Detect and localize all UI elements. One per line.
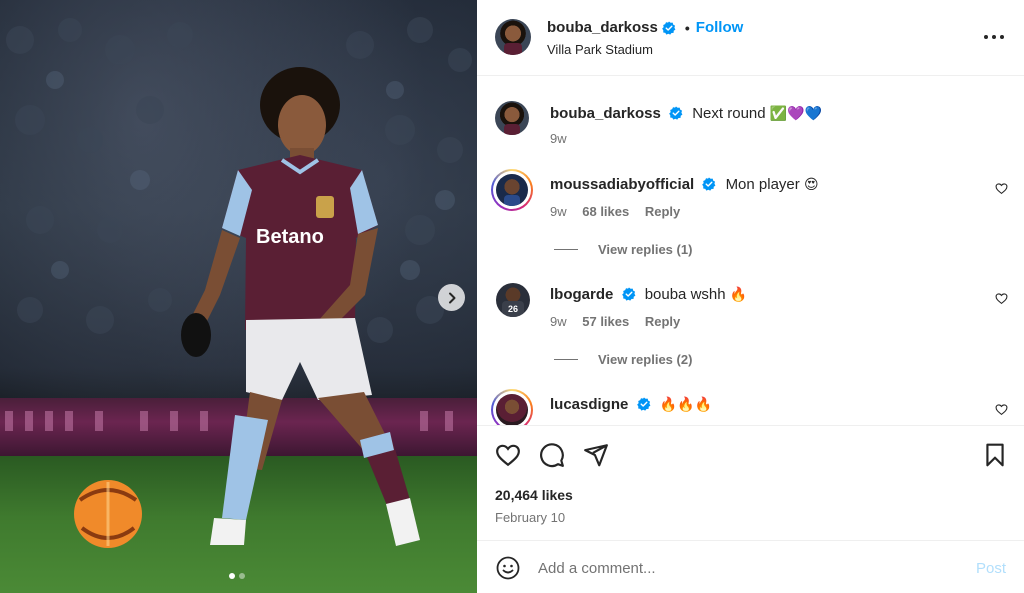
comment-line: lbogarde bouba wshh 🔥 [550, 286, 747, 303]
commenter-avatar [496, 174, 528, 206]
more-dots-icon[interactable] [982, 28, 1006, 46]
carousel-indicator [229, 573, 245, 579]
comment-username[interactable]: lucasdigne [550, 396, 628, 413]
comment-meta: 9w 68 likes Reply [550, 204, 692, 219]
caption-line: bouba_darkoss Next round ✅💜💙 [550, 105, 822, 122]
comment-text: Mon player [725, 176, 800, 193]
comment-line: lucasdigne 🔥🔥🔥 [550, 396, 712, 413]
replies-line [554, 359, 578, 360]
replies-line [554, 249, 578, 250]
comment-line: moussadiabyofficial Mon player 😍 [550, 176, 819, 193]
comment-likes[interactable]: 68 likes [582, 204, 629, 219]
comment-age: 9w [550, 204, 567, 219]
comment-username[interactable]: moussadiabyofficial [550, 176, 694, 193]
header-separator: • [684, 19, 690, 36]
caption-meta: 9w [550, 131, 579, 146]
post-date: February 10 [495, 510, 566, 525]
share-icon[interactable] [583, 442, 609, 468]
comment-like-icon[interactable] [995, 182, 1008, 195]
like-count[interactable]: 20,464 likes [495, 487, 573, 503]
caption-username[interactable]: bouba_darkoss [550, 105, 661, 122]
comments-list[interactable]: bouba_darkoss Next round ✅💜💙 9w moussadi… [477, 77, 1024, 425]
caption-avatar[interactable] [495, 101, 529, 135]
view-replies-label: View replies (2) [598, 352, 693, 367]
carousel-dot-active [229, 573, 235, 579]
comment-item: 26 lbogarde bouba wshh 🔥 9w 57 likes Rep… [477, 275, 1024, 385]
post-comment-button[interactable]: Post [976, 560, 1006, 577]
smiley-icon[interactable] [496, 556, 520, 580]
bookmark-icon[interactable] [982, 442, 1008, 468]
verified-badge-icon [636, 397, 650, 411]
author-username[interactable]: bouba_darkoss [547, 19, 658, 36]
comment-item: moussadiabyofficial Mon player 😍 9w 68 l… [477, 165, 1024, 275]
post-actions: 20,464 likes February 10 [477, 425, 1024, 540]
comment-item: lucasdigne 🔥🔥🔥 [477, 385, 1024, 425]
view-replies-button[interactable]: View replies (1) [554, 242, 692, 257]
football-player: Betano [74, 67, 420, 548]
verified-badge-icon [621, 287, 635, 301]
commenter-avatar [496, 394, 528, 425]
heart-icon[interactable] [495, 442, 521, 468]
reply-button[interactable]: Reply [645, 204, 680, 219]
carousel-next-button[interactable] [438, 284, 465, 311]
caption-text: Next round [692, 105, 766, 122]
comment-like-icon[interactable] [995, 403, 1008, 416]
comment-emoji: 😍 [803, 177, 819, 193]
reply-button[interactable]: Reply [645, 314, 680, 329]
verified-badge-icon [702, 177, 716, 191]
view-replies-button[interactable]: View replies (2) [554, 352, 692, 367]
header-user-line: bouba_darkoss • Follow [547, 19, 743, 36]
comment-meta: 9w 57 likes Reply [550, 314, 692, 329]
comment-emoji: 🔥 [729, 287, 748, 303]
comment-age: 9w [550, 314, 567, 329]
caption-emojis: ✅💜💙 [769, 106, 823, 122]
comment-icon[interactable] [539, 442, 565, 468]
story-ring[interactable] [491, 169, 533, 211]
comment-composer: Post [477, 540, 1024, 593]
chevron-right-icon [448, 292, 455, 303]
story-ring[interactable] [491, 389, 533, 425]
post-location[interactable]: Villa Park Stadium [547, 42, 653, 57]
verified-badge-icon [669, 106, 683, 120]
follow-button[interactable]: Follow [696, 19, 744, 36]
verified-badge-icon [662, 20, 676, 35]
comment-emoji: 🔥🔥🔥 [659, 397, 712, 413]
author-avatar[interactable] [495, 19, 531, 55]
commenter-avatar[interactable]: 26 [496, 283, 530, 317]
comment-text: bouba wshh [644, 286, 726, 303]
comment-like-icon[interactable] [995, 292, 1008, 305]
comment-likes[interactable]: 57 likes [582, 314, 629, 329]
view-replies-label: View replies (1) [598, 242, 693, 257]
caption: bouba_darkoss Next round ✅💜💙 9w [477, 77, 1024, 157]
post-photo[interactable]: Betano [0, 0, 477, 593]
comment-input[interactable] [538, 556, 958, 580]
carousel-dot [239, 573, 245, 579]
jersey-sponsor: Betano [256, 226, 324, 248]
caption-age: 9w [550, 131, 567, 146]
comment-username[interactable]: lbogarde [550, 286, 613, 303]
post-header: bouba_darkoss • Follow Villa Park Stadiu… [477, 0, 1024, 76]
post-sidebar: bouba_darkoss • Follow Villa Park Stadiu… [477, 0, 1024, 593]
